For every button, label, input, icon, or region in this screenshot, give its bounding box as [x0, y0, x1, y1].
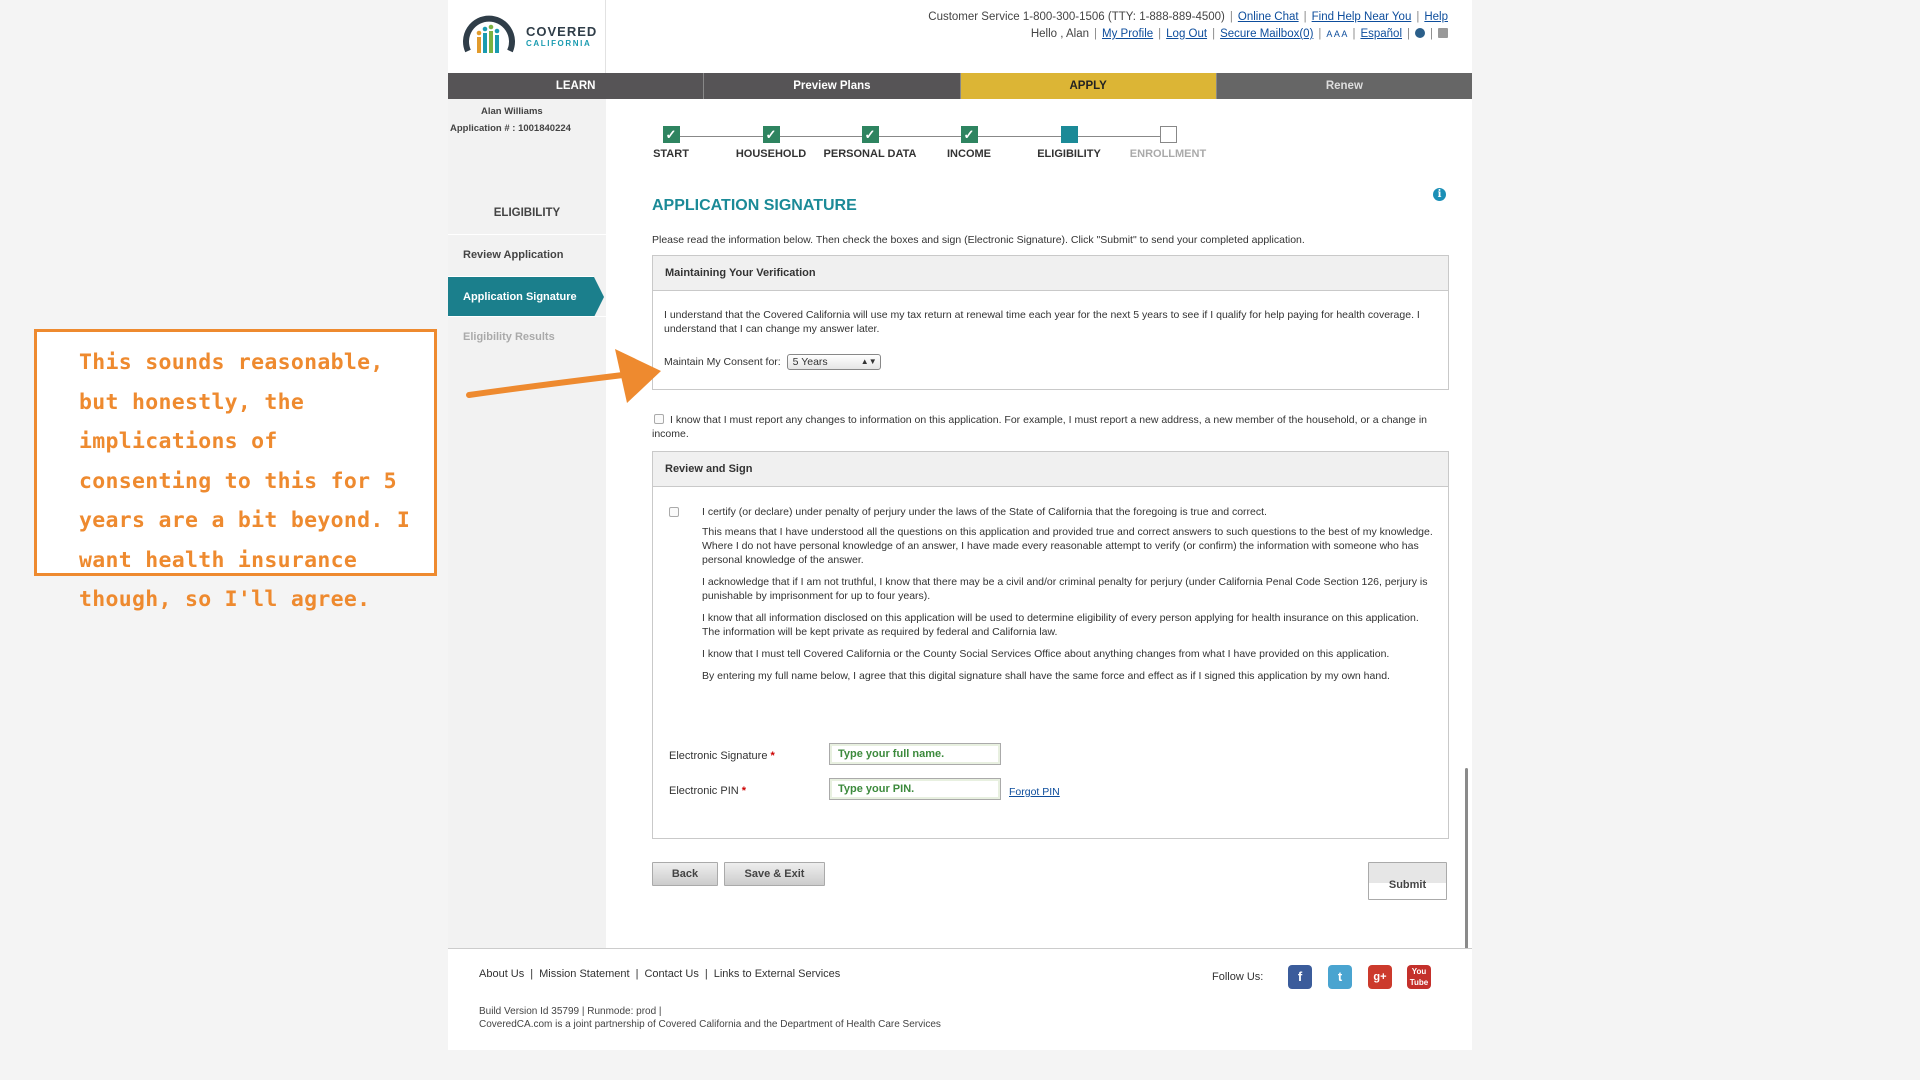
text-size-control[interactable]: A A A [1326, 29, 1347, 39]
back-button[interactable]: Back [652, 862, 718, 886]
my-profile-link[interactable]: My Profile [1102, 28, 1153, 40]
nav-learn[interactable]: LEARN [448, 73, 705, 99]
help-link[interactable]: Help [1424, 11, 1448, 23]
step-label: ELIGIBILITY [1037, 148, 1101, 160]
check-icon: ✓ [762, 126, 780, 143]
consent-row: Maintain My Consent for: 5 Years ▲▼ [664, 354, 881, 370]
step-label: INCOME [947, 148, 991, 160]
sidebar-heading: ELIGIBILITY [493, 207, 561, 219]
cert-paragraph: This means that I have understood all th… [702, 526, 1433, 566]
step-income: ✓ INCOME [914, 126, 1024, 160]
footer-links: About Us | Mission Statement | Contact Us | Li… [479, 968, 841, 980]
log-out-link[interactable]: Log Out [1166, 28, 1207, 40]
check-icon: ✓ [861, 126, 879, 143]
covered-california-logo[interactable]: COVERED CALIFORNIA [448, 0, 606, 73]
report-changes-checkbox[interactable] [654, 414, 664, 424]
logo-wordmark: COVERED CALIFORNIA [526, 25, 597, 48]
page: COVERED CALIFORNIA Customer Service 1-80… [448, 0, 1472, 1050]
cert-paragraph: I know that all information disclosed on… [702, 612, 1419, 638]
nav-preview-plans[interactable]: Preview Plans [704, 73, 961, 99]
check-icon: ✓ [960, 126, 978, 143]
build-info: Build Version Id 35799 | Runmode: prod |… [479, 1005, 941, 1031]
application-number: Application # : 1001840224 [450, 123, 571, 134]
sidebar-item-application-signature[interactable]: Application Signature [448, 276, 604, 317]
pin-label: Electronic PIN * [669, 785, 747, 797]
step-label: ENROLLMENT [1129, 148, 1207, 160]
forgot-pin-link[interactable]: Forgot PIN [1009, 786, 1060, 798]
customer-service-text: Customer Service 1-800-300-1506 (TTY: 1-… [928, 11, 1225, 23]
nav-renew[interactable]: Renew [1216, 73, 1472, 99]
secure-mailbox-link[interactable]: Secure Mailbox(0) [1220, 28, 1313, 40]
review-sign-panel: Review and Sign I certify (or declare) u… [652, 451, 1449, 839]
intro-text: Please read the information below. Then … [652, 234, 1305, 246]
consent-duration-select[interactable]: 5 Years ▲▼ [786, 354, 881, 370]
site-footer: About Us | Mission Statement | Contact Us | Li… [448, 948, 1472, 1050]
site-header: COVERED CALIFORNIA Customer Service 1-80… [448, 0, 1472, 73]
cert-paragraph: I acknowledge that if I am not truthful,… [702, 576, 1428, 602]
logo-line-2: CALIFORNIA [526, 39, 592, 48]
consent-label: Maintain My Consent for: [664, 355, 781, 368]
follow-us-label: Follow Us: [1212, 971, 1264, 983]
annotation-arrow-icon [466, 349, 661, 403]
build-version: Build Version Id 35799 | Runmode: prod | [479, 1006, 662, 1017]
step-label: START [653, 148, 689, 160]
step-label: HOUSEHOLD [735, 148, 807, 160]
twitter-icon[interactable]: t [1328, 965, 1352, 989]
logo-line-1: COVERED [526, 24, 598, 39]
contact-us-link[interactable]: Contact Us [644, 968, 698, 980]
certification-text: I certify (or declare) under penalty of … [702, 505, 1437, 691]
youtube-icon[interactable]: You Tube [1407, 965, 1431, 989]
select-arrows-icon: ▲▼ [860, 357, 877, 366]
google-plus-icon[interactable]: g+ [1368, 965, 1392, 989]
info-icon[interactable]: i [1433, 188, 1446, 201]
nav-apply[interactable]: APPLY [960, 73, 1217, 99]
report-changes-row: I know that I must report any changes to… [652, 413, 1452, 441]
check-icon: ✓ [662, 126, 680, 143]
user-name: Alan Williams [481, 106, 543, 117]
consent-value: 5 Years [792, 356, 828, 368]
certify-checkbox[interactable] [669, 507, 679, 517]
step-enrollment: ENROLLMENT [1113, 126, 1223, 160]
step-start: ✓ START [616, 126, 726, 160]
utility-bar-account: Hello , Alan | My Profile | Log Out | Secure M… [1031, 28, 1448, 40]
report-changes-text: I know that I must report any changes to… [652, 414, 1427, 440]
step-label: PERSONAL DATA [823, 148, 917, 160]
empty-step-icon [1159, 126, 1177, 143]
partnership-text: CoveredCA.com is a joint partnership of … [479, 1019, 941, 1030]
online-chat-link[interactable]: Online Chat [1238, 11, 1299, 23]
espanol-link[interactable]: Español [1360, 28, 1402, 40]
step-personal-data: ✓ PERSONAL DATA [815, 126, 925, 160]
save-exit-button[interactable]: Save & Exit [724, 862, 825, 886]
annotation-note: This sounds reasonable, but honestly, th… [34, 329, 437, 612]
find-help-link[interactable]: Find Help Near You [1312, 11, 1412, 23]
logo-mark-icon [463, 15, 515, 53]
page-title: APPLICATION SIGNATURE [652, 197, 857, 214]
step-household: ✓ HOUSEHOLD [716, 126, 826, 160]
current-step-icon [1060, 126, 1078, 143]
electronic-pin-input[interactable]: Type your PIN. [829, 778, 1001, 800]
globe-icon[interactable] [1415, 28, 1425, 38]
cert-paragraph: I know that I must tell Covered Californ… [702, 648, 1390, 660]
verification-text: I understand that the Covered California… [664, 309, 1420, 335]
facebook-icon[interactable]: f [1288, 965, 1312, 989]
signature-label: Electronic Signature * [669, 750, 775, 762]
left-sidebar: Alan Williams Application # : 1001840224… [448, 99, 606, 949]
utility-bar-top: Customer Service 1-800-300-1506 (TTY: 1-… [928, 11, 1448, 23]
step-eligibility: ELIGIBILITY [1014, 126, 1124, 160]
main-nav: LEARN Preview Plans APPLY Renew [448, 73, 1472, 99]
progress-tracker: ✓ START ✓ HOUSEHOLD ✓ PERSONAL DATA ✓ IN… [651, 126, 1231, 166]
verification-panel: Maintaining Your Verification I understa… [652, 255, 1449, 390]
sidebar-item-review-application[interactable]: Review Application [448, 234, 606, 274]
cert-paragraph: By entering my full name below, I agree … [702, 670, 1390, 682]
external-services-link[interactable]: Links to External Services [714, 968, 841, 980]
about-us-link[interactable]: About Us [479, 968, 524, 980]
cert-paragraph: I certify (or declare) under penalty of … [702, 506, 1267, 518]
review-sign-heading: Review and Sign [653, 452, 1448, 487]
greeting-text: Hello , Alan [1030, 28, 1090, 40]
submit-button[interactable]: Submit [1368, 862, 1447, 900]
verification-heading: Maintaining Your Verification [653, 256, 1448, 291]
electronic-signature-input[interactable]: Type your full name. [829, 743, 1001, 765]
print-icon[interactable] [1438, 28, 1448, 38]
mission-statement-link[interactable]: Mission Statement [539, 968, 629, 980]
